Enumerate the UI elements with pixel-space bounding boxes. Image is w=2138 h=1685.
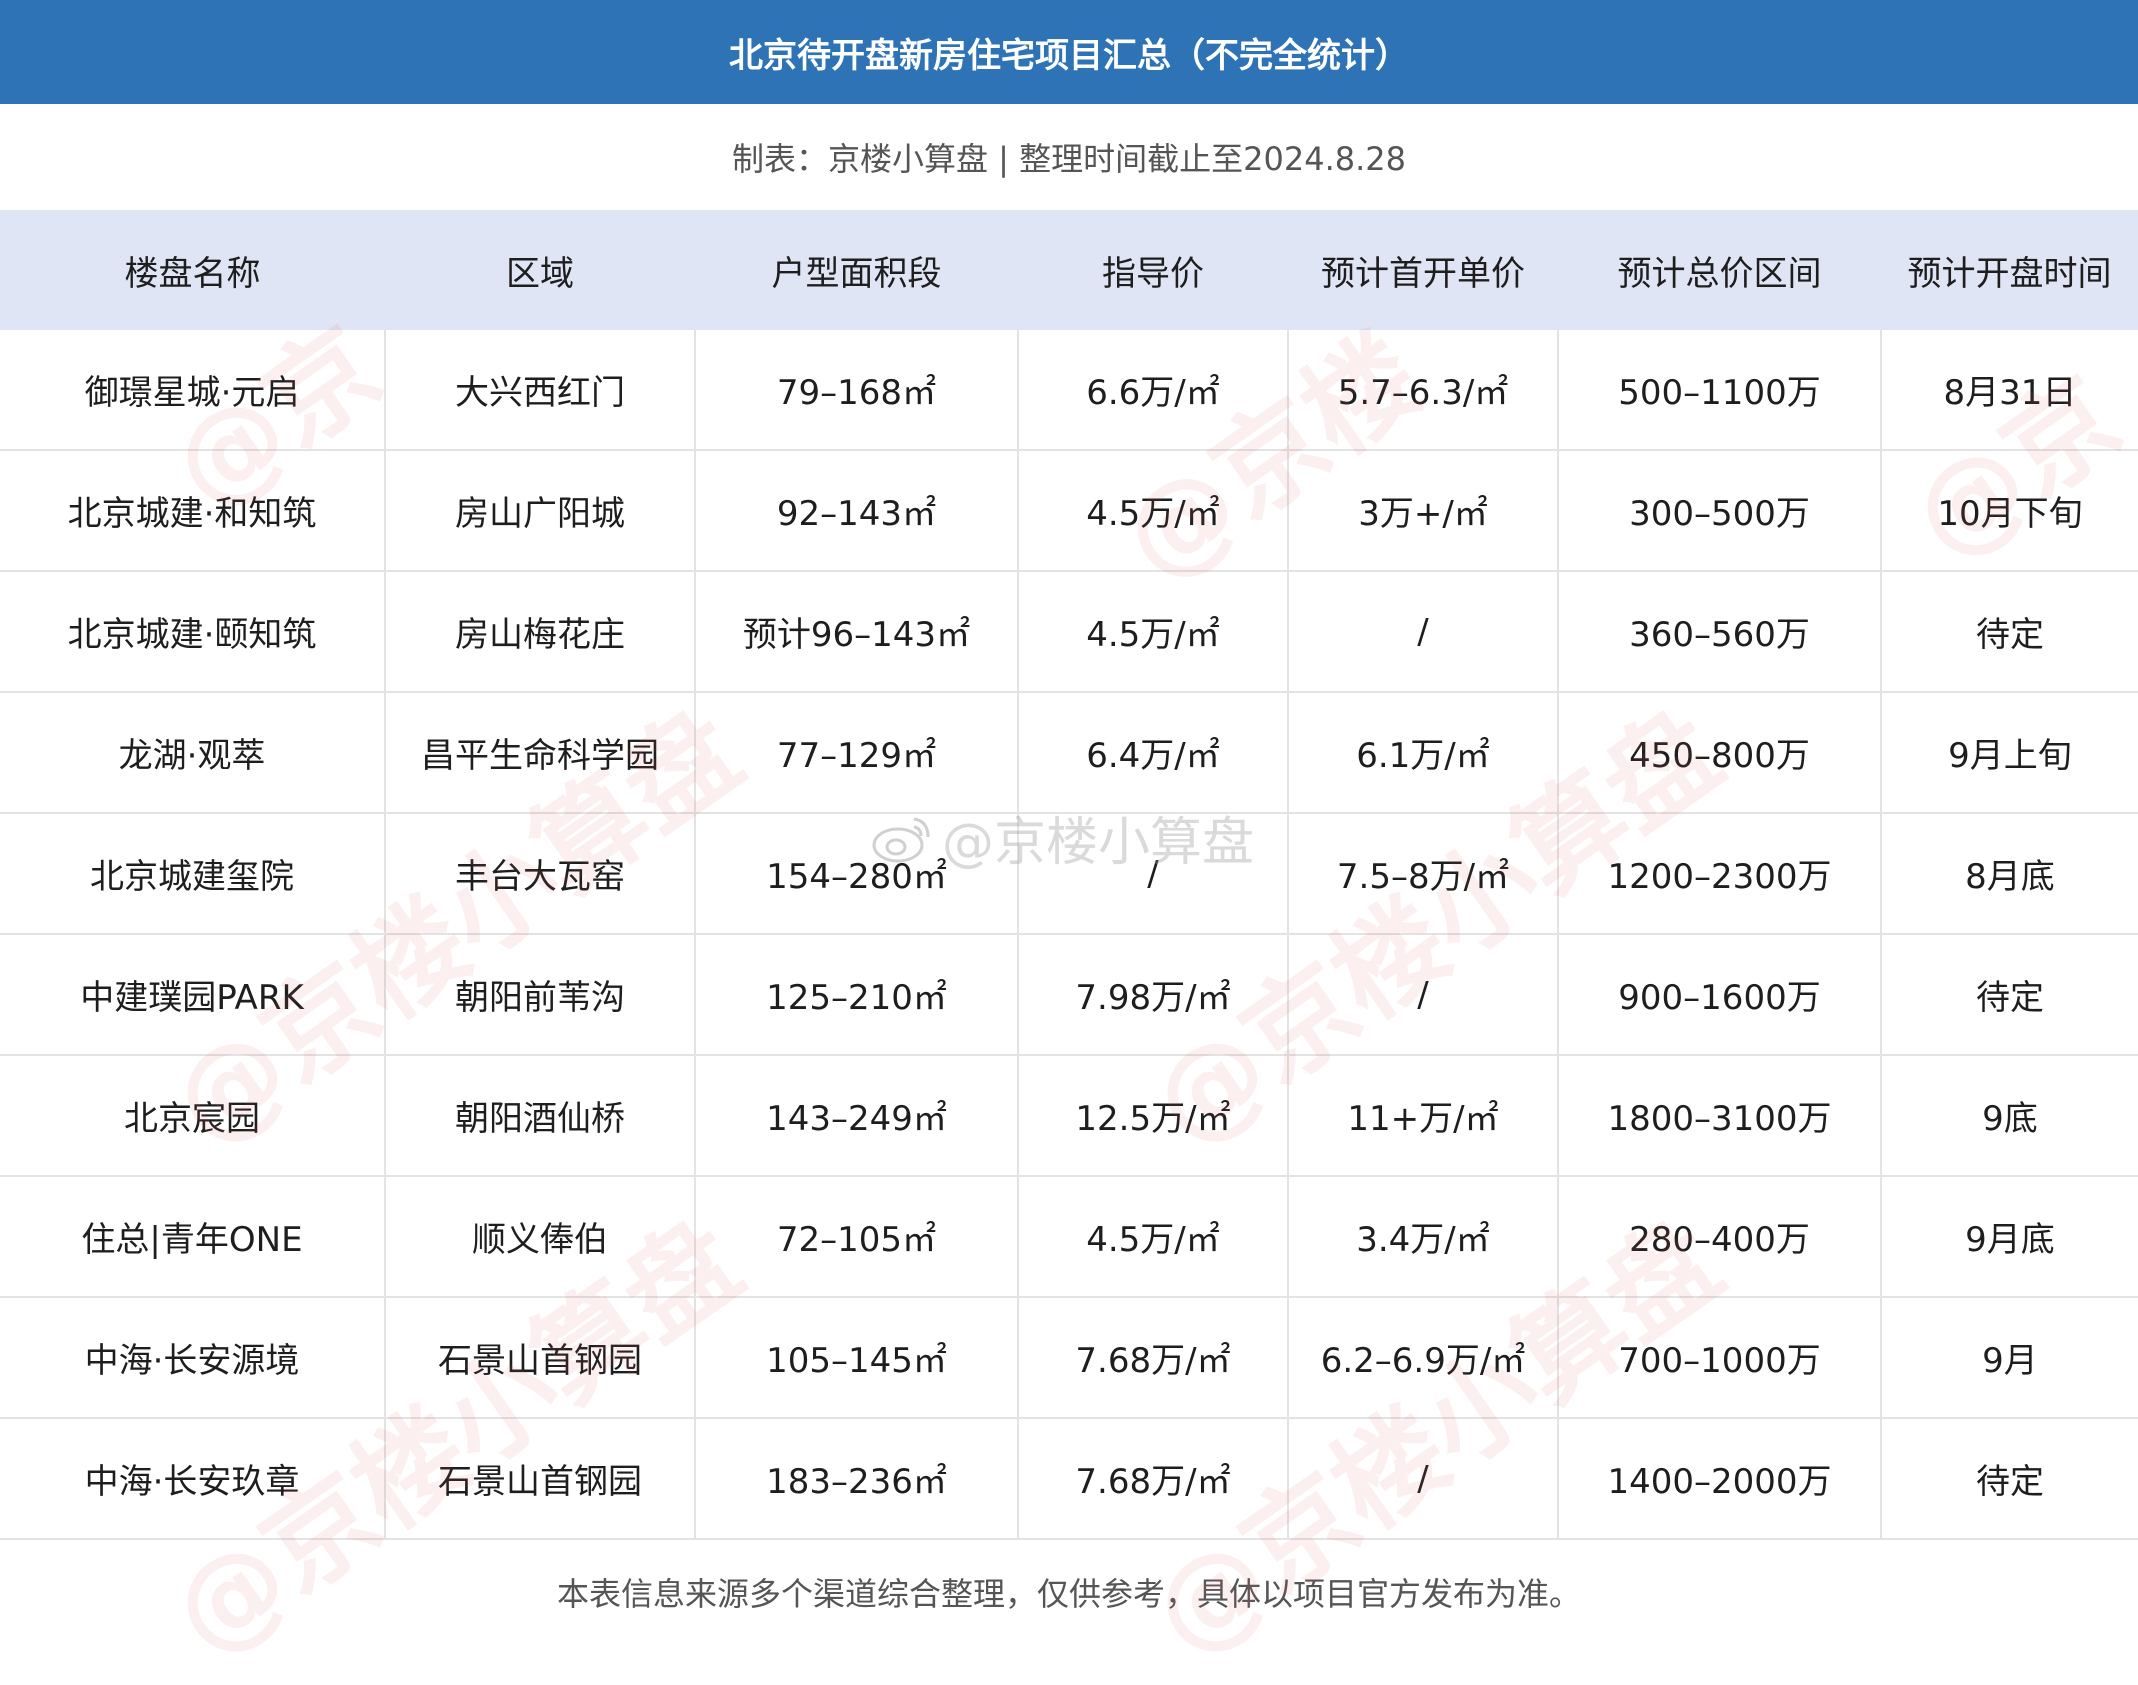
column-header: 区域 [385, 210, 695, 330]
table-cell: 4.5万/㎡ [1018, 450, 1289, 572]
table-cell: 北京城建·和知筑 [0, 450, 386, 572]
table-cell: 72–105㎡ [695, 1176, 1019, 1298]
table-cell: 9底 [1881, 1055, 2138, 1177]
table-cell: 待定 [1881, 1418, 2138, 1540]
table-cell: 9月底 [1881, 1176, 2138, 1298]
table-cell: 3.4万/㎡ [1288, 1176, 1559, 1298]
table-cell: 500–1100万 [1558, 330, 1882, 451]
table-row: 御璟星城·元启 大兴西红门 79–168㎡ 6.6万/㎡ 5.7–6.3/㎡ 500–11… [0, 330, 2138, 451]
table-cell: 11+万/㎡ [1288, 1055, 1559, 1177]
table-cell: 4.5万/㎡ [1018, 571, 1289, 693]
table-cell: 北京城建·颐知筑 [0, 571, 386, 693]
table-cell: 中建璞园PARK [0, 934, 386, 1056]
table-cell: 7.5–8万/㎡ [1288, 813, 1559, 935]
project-table: 楼盘名称 区域 户型面积段 指导价 预计首开单价 预计总价区间 预计开盘时间 御璟星城·元启… [0, 210, 2138, 1540]
table-cell: 丰台大瓦窑 [385, 813, 696, 935]
table-cell: 顺义俸伯 [385, 1176, 696, 1298]
table-cell: 北京宸园 [0, 1055, 386, 1177]
table-cell: 6.6万/㎡ [1018, 330, 1289, 451]
table-row: 北京城建·和知筑 房山广阳城 92–143㎡ 4.5万/㎡ 3万+/㎡ 300–500万 1… [0, 450, 2138, 572]
column-header: 预计总价区间 [1558, 210, 1881, 330]
table-cell: 1400–2000万 [1558, 1418, 1882, 1540]
table-cell: 待定 [1881, 934, 2138, 1056]
table-cell: 朝阳前苇沟 [385, 934, 696, 1056]
table-cell: 9月上旬 [1881, 692, 2138, 814]
table-cell: 6.4万/㎡ [1018, 692, 1289, 814]
table-cell: 3万+/㎡ [1288, 450, 1559, 572]
column-header: 预计首开单价 [1288, 210, 1558, 330]
table-cell: 9月 [1881, 1297, 2138, 1419]
table-row: 中海·长安玖章 石景山首钢园 183–236㎡ 7.68万/㎡/1400–2000万待… [0, 1418, 2138, 1540]
footer-note: 本表信息来源多个渠道综合整理，仅供参考，具体以项目官方发布为准。 [556, 1574, 1581, 1613]
table-cell: 77–129㎡ [695, 692, 1019, 814]
table-cell: 450–800万 [1558, 692, 1882, 814]
table-cell: 房山梅花庄 [385, 571, 696, 693]
table-cell: 4.5万/㎡ [1018, 1176, 1289, 1298]
table-row: 住总|青年ONE 顺义俸伯 72–105㎡ 4.5万/㎡ 3.4万/㎡ 280–400万 9… [0, 1176, 2138, 1298]
table-cell: 5.7–6.3/㎡ [1288, 330, 1559, 451]
column-header: 楼盘名称 [0, 210, 385, 330]
table-cell: 1200–2300万 [1558, 813, 1882, 935]
table-cell: / [1288, 934, 1559, 1056]
table-row: 北京城建玺院 丰台大瓦窑 154–280㎡/7.5–8万/㎡ 1200–2300万 8月… [0, 813, 2138, 935]
page-subtitle: 制表：京楼小算盘 | 整理时间截止至2024.8.28 [732, 140, 1406, 178]
table-cell: / [1288, 571, 1559, 693]
table-cell: 石景山首钢园 [385, 1297, 696, 1419]
table-cell: 房山广阳城 [385, 450, 696, 572]
table-cell: 8月31日 [1881, 330, 2138, 451]
table-cell: 154–280㎡ [695, 813, 1019, 935]
table-cell: 朝阳酒仙桥 [385, 1055, 696, 1177]
table-row: 中建璞园PARK 朝阳前苇沟 125–210㎡ 7.98万/㎡/900–1600万 待定 [0, 934, 2138, 1056]
column-header: 户型面积段 [695, 210, 1018, 330]
table-cell: 大兴西红门 [385, 330, 696, 451]
table-cell: 10月下旬 [1881, 450, 2138, 572]
table-cell: 御璟星城·元启 [0, 330, 386, 451]
table-header-row: 楼盘名称 区域 户型面积段 指导价 预计首开单价 预计总价区间 预计开盘时间 [0, 210, 2138, 330]
table-cell: 8月底 [1881, 813, 2138, 935]
column-header: 预计开盘时间 [1881, 210, 2138, 330]
table-cell: 183–236㎡ [695, 1418, 1019, 1540]
table-cell: 6.2–6.9万/㎡ [1288, 1297, 1559, 1419]
table-cell: 6.1万/㎡ [1288, 692, 1559, 814]
table-row: 北京城建·颐知筑 房山梅花庄 预计96–143㎡ 4.5万/㎡/360–560万 待定 [0, 571, 2138, 693]
table-cell: 待定 [1881, 571, 2138, 693]
table-cell: 中海·长安玖章 [0, 1418, 386, 1540]
column-header: 指导价 [1018, 210, 1288, 330]
table-row: 北京宸园 朝阳酒仙桥 143–249㎡ 12.5万/㎡ 11+万/㎡ 1800–3100万… [0, 1055, 2138, 1177]
table-cell: 105–145㎡ [695, 1297, 1019, 1419]
table-row: 龙湖·观萃 昌平生命科学园 77–129㎡ 6.4万/㎡ 6.1万/㎡ 450–800万 9… [0, 692, 2138, 814]
table-cell: / [1288, 1418, 1559, 1540]
table-row: 中海·长安源境 石景山首钢园 105–145㎡ 7.68万/㎡ 6.2–6.9万/㎡ 70… [0, 1297, 2138, 1419]
table-body: 御璟星城·元启 大兴西红门 79–168㎡ 6.6万/㎡ 5.7–6.3/㎡ 500–11… [0, 330, 2138, 1540]
page-title: 北京待开盘新房住宅项目汇总（不完全统计） [0, 0, 2138, 104]
table-cell: 石景山首钢园 [385, 1418, 696, 1540]
table-cell: 79–168㎡ [695, 330, 1019, 451]
table-cell: 125–210㎡ [695, 934, 1019, 1056]
table-cell: 7.98万/㎡ [1018, 934, 1289, 1056]
table-cell: 360–560万 [1558, 571, 1882, 693]
table-cell: 住总|青年ONE [0, 1176, 386, 1298]
table-cell: 龙湖·观萃 [0, 692, 386, 814]
table-cell: 143–249㎡ [695, 1055, 1019, 1177]
table-cell: / [1018, 813, 1289, 935]
table-cell: 预计96–143㎡ [695, 571, 1019, 693]
table-cell: 1800–3100万 [1558, 1055, 1882, 1177]
table-cell: 北京城建玺院 [0, 813, 386, 935]
table-cell: 中海·长安源境 [0, 1297, 386, 1419]
table-cell: 昌平生命科学园 [385, 692, 696, 814]
table-cell: 300–500万 [1558, 450, 1882, 572]
table-cell: 900–1600万 [1558, 934, 1882, 1056]
table-cell: 280–400万 [1558, 1176, 1882, 1298]
table-cell: 92–143㎡ [695, 450, 1019, 572]
table-cell: 7.68万/㎡ [1018, 1418, 1289, 1540]
table-cell: 7.68万/㎡ [1018, 1297, 1289, 1419]
table-cell: 12.5万/㎡ [1018, 1055, 1289, 1177]
table-cell: 700–1000万 [1558, 1297, 1882, 1419]
